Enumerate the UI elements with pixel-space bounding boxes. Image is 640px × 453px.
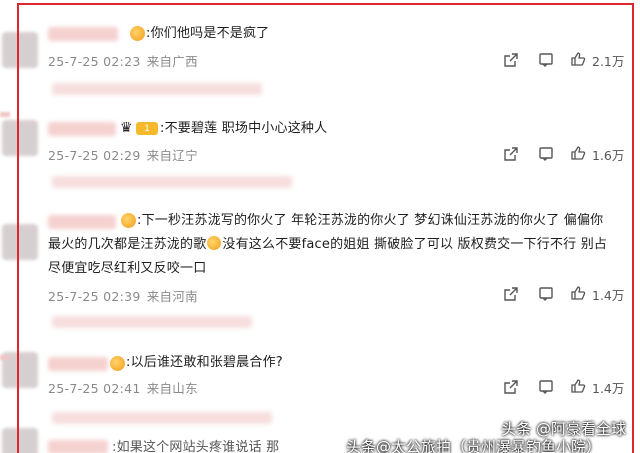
reply-preview-blurred[interactable]: [52, 412, 272, 424]
comment-date: 25-7-25 02:23: [48, 54, 141, 69]
comment-icon[interactable]: [538, 379, 554, 395]
share-icon[interactable]: [503, 286, 519, 302]
left-edge-blur: [0, 112, 10, 117]
comment-meta: 25-7-25 02:29 来自辽宁: [48, 145, 198, 164]
comment-text-fragment: 没有这么不要face的姐姐 撕破脸了可以 版权费交一下行不行 别占: [222, 237, 608, 252]
watermark-line2: 头条@太公旅拍（贵州瀑暴钓鱼小院）: [346, 438, 602, 453]
comment-icon[interactable]: [538, 52, 554, 68]
like-count: 1.4万: [592, 381, 625, 396]
comment-text: :以后谁还敢和张碧晨合作?: [126, 355, 283, 370]
comment-text-line1: :下一秒汪苏泷写的你火了 年轮汪苏泷的你火了 梦幻诛仙汪苏泷的你火了 偏偏你: [137, 213, 604, 228]
thumbs-up-icon[interactable]: [570, 285, 586, 301]
like-count: 1.4万: [592, 288, 625, 303]
like-count: 1.6万: [592, 148, 625, 163]
username-blurred[interactable]: [48, 215, 116, 229]
comment-location: 来自辽宁: [146, 148, 198, 163]
comment-location: 来自广西: [146, 54, 198, 69]
share-icon[interactable]: [503, 52, 519, 68]
comment-text: :你们他吗是不是疯了: [146, 26, 270, 41]
username-blurred[interactable]: [48, 440, 108, 453]
badge-icon: [130, 26, 145, 41]
avatar[interactable]: [2, 120, 38, 156]
username-blurred[interactable]: [48, 122, 116, 136]
reply-preview-blurred[interactable]: [52, 83, 262, 95]
crown-icon: ♛: [120, 120, 133, 136]
reply-preview-blurred[interactable]: [52, 316, 252, 328]
comment-meta: 25-7-25 02:39 来自河南: [48, 286, 198, 305]
thumbs-up-icon[interactable]: [570, 145, 586, 161]
share-icon[interactable]: [503, 146, 519, 162]
badge-icon: [110, 356, 125, 371]
username-blurred[interactable]: [48, 357, 108, 371]
comment-location: 来自山东: [146, 381, 198, 396]
emoji-icon: [207, 236, 222, 250]
comment-date: 25-7-25 02:41: [48, 381, 141, 396]
comment-text-line2: 最火的几次都是汪苏泷的歌 没有这么不要face的姐姐 撕破脸了可以 版权费交一下行…: [48, 235, 607, 255]
avatar[interactable]: [2, 428, 38, 453]
comment-icon[interactable]: [538, 146, 554, 162]
comment-meta: 25-7-25 02:41 来自山东: [48, 378, 198, 397]
avatar[interactable]: [2, 32, 38, 68]
username-blurred[interactable]: [48, 27, 118, 41]
thumbs-up-icon[interactable]: [570, 378, 586, 394]
badge-icon: [121, 213, 136, 228]
like-count: 2.1万: [592, 54, 625, 69]
comment-text-line3: 尽便宜吃尽红利又反咬一口: [48, 261, 207, 276]
thumbs-up-icon[interactable]: [570, 51, 586, 67]
comment-date: 25-7-25 02:39: [48, 289, 141, 304]
comment-date: 25-7-25 02:29: [48, 148, 141, 163]
reply-preview-blurred[interactable]: [52, 176, 292, 188]
comment-text: :不要碧莲 职场中小心这种人: [160, 121, 328, 136]
comment-icon[interactable]: [538, 286, 554, 302]
avatar[interactable]: [2, 224, 38, 260]
comment-location: 来自河南: [146, 289, 198, 304]
comment-meta: 25-7-25 02:23 来自广西: [48, 51, 198, 70]
comment-text-partial: :如果这个网站头疼谁说话 那: [112, 440, 280, 453]
comment-text-fragment: 最火的几次都是汪苏泷的歌: [48, 237, 207, 252]
left-edge-blur: [0, 355, 10, 360]
level-badge: 1: [136, 122, 158, 135]
share-icon[interactable]: [503, 379, 519, 395]
